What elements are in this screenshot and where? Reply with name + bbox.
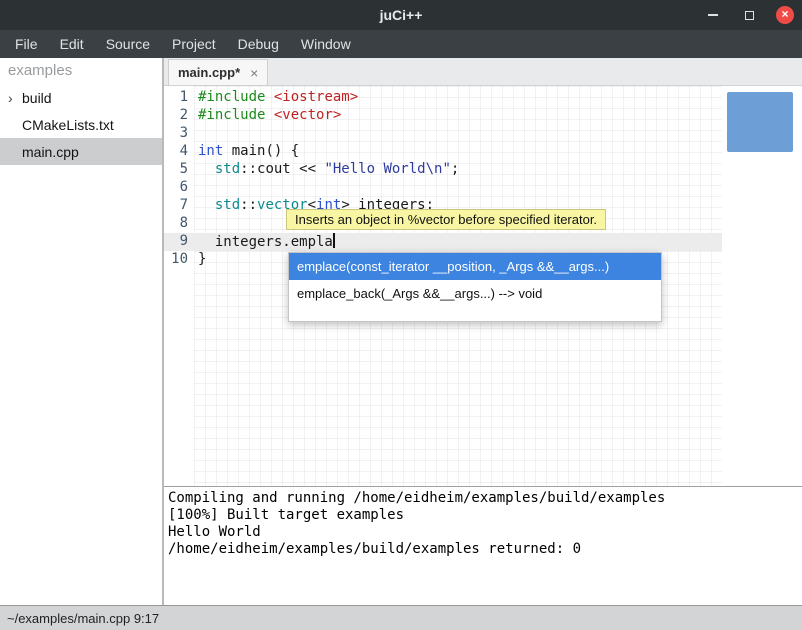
line-number: 6: [164, 179, 194, 197]
code-text: }: [194, 251, 206, 269]
line-number: 1: [164, 89, 194, 107]
maximize-button[interactable]: [738, 4, 760, 26]
line-number: 7: [164, 197, 194, 215]
line-number: 3: [164, 125, 194, 143]
code-line[interactable]: 9 integers.empla: [164, 233, 722, 251]
line-number: 4: [164, 143, 194, 161]
menu-file[interactable]: File: [4, 30, 49, 58]
code-text: std::cout << "Hello World\n";: [194, 161, 459, 179]
code-text: #include <iostream>: [194, 89, 358, 107]
status-bar: ~/examples/main.cpp 9:17: [0, 605, 802, 630]
menu-source[interactable]: Source: [95, 30, 161, 58]
line-number: 10: [164, 251, 194, 269]
sidebar-item-cmakelists-txt[interactable]: CMakeLists.txt: [0, 111, 162, 138]
minimize-icon: [708, 14, 718, 16]
code-line[interactable]: 6: [164, 179, 722, 197]
close-button[interactable]: ×: [774, 4, 796, 26]
code-line[interactable]: 3: [164, 125, 722, 143]
tab-bar: main.cpp* ×: [164, 58, 802, 86]
editor-pane: main.cpp* × 1#include <iostream>2#includ…: [164, 58, 802, 605]
code-line[interactable]: 5 std::cout << "Hello World\n";: [164, 161, 722, 179]
code-text: integers.empla: [194, 233, 335, 251]
maximize-icon: [745, 11, 754, 20]
status-text: ~/examples/main.cpp 9:17: [0, 611, 159, 626]
scroll-map[interactable]: [727, 92, 793, 152]
terminal-line: [100%] Built target examples: [168, 507, 798, 524]
sidebar-item-build[interactable]: ›build: [0, 84, 162, 111]
line-number: 9: [164, 233, 194, 251]
menu-debug[interactable]: Debug: [227, 30, 290, 58]
tree-item-label: main.cpp: [22, 144, 79, 160]
file-tree: ›build CMakeLists.txt main.cpp: [0, 84, 162, 165]
minimize-button[interactable]: [702, 4, 724, 26]
code-line[interactable]: 1#include <iostream>: [164, 89, 722, 107]
tree-item-label: CMakeLists.txt: [22, 117, 114, 133]
tree-item-label: build: [22, 90, 52, 106]
menu-project[interactable]: Project: [161, 30, 227, 58]
line-number: 5: [164, 161, 194, 179]
line-number: 8: [164, 215, 194, 233]
autocomplete-popup: emplace(const_iterator __position, _Args…: [288, 252, 662, 322]
terminal-line: Hello World: [168, 524, 798, 541]
autocomplete-item[interactable]: emplace_back(_Args &&__args...) --> void: [289, 280, 661, 307]
menubar: FileEditSourceProjectDebugWindow: [0, 30, 802, 58]
window-title: juCi++: [0, 0, 802, 30]
sidebar-header: examples: [0, 58, 162, 84]
code-text: [194, 179, 198, 197]
expander-chevron-icon[interactable]: ›: [8, 90, 22, 106]
autocomplete-item[interactable]: emplace(const_iterator __position, _Args…: [289, 253, 661, 280]
code-lines: 1#include <iostream>2#include <vector>34…: [164, 89, 722, 269]
line-number: 2: [164, 107, 194, 125]
terminal-line: /home/eidheim/examples/build/examples re…: [168, 541, 798, 558]
code-text: [194, 215, 198, 233]
titlebar: juCi++ ×: [0, 0, 802, 30]
code-line[interactable]: 2#include <vector>: [164, 107, 722, 125]
doc-tooltip: Inserts an object in %vector before spec…: [286, 209, 606, 230]
tab-main-cpp[interactable]: main.cpp* ×: [168, 59, 268, 85]
menu-window[interactable]: Window: [290, 30, 362, 58]
window-controls: ×: [702, 0, 796, 30]
text-cursor: [333, 233, 335, 248]
code-editor[interactable]: 1#include <iostream>2#include <vector>34…: [164, 86, 802, 486]
tab-label: main.cpp*: [178, 65, 240, 80]
sidebar: examples ›build CMakeLists.txt main.cpp: [0, 58, 162, 605]
tab-close-icon[interactable]: ×: [250, 66, 258, 80]
menu-edit[interactable]: Edit: [49, 30, 95, 58]
terminal-output[interactable]: Compiling and running /home/eidheim/exam…: [164, 487, 802, 605]
juci-window: juCi++ × FileEditSourceProjectDebugWindo…: [0, 0, 802, 630]
sidebar-item-main-cpp[interactable]: main.cpp: [0, 138, 162, 165]
code-text: int main() {: [194, 143, 299, 161]
code-line[interactable]: 4int main() {: [164, 143, 722, 161]
code-text: #include <vector>: [194, 107, 341, 125]
terminal-line: Compiling and running /home/eidheim/exam…: [168, 490, 798, 507]
close-icon: ×: [776, 6, 794, 24]
code-text: [194, 125, 198, 143]
